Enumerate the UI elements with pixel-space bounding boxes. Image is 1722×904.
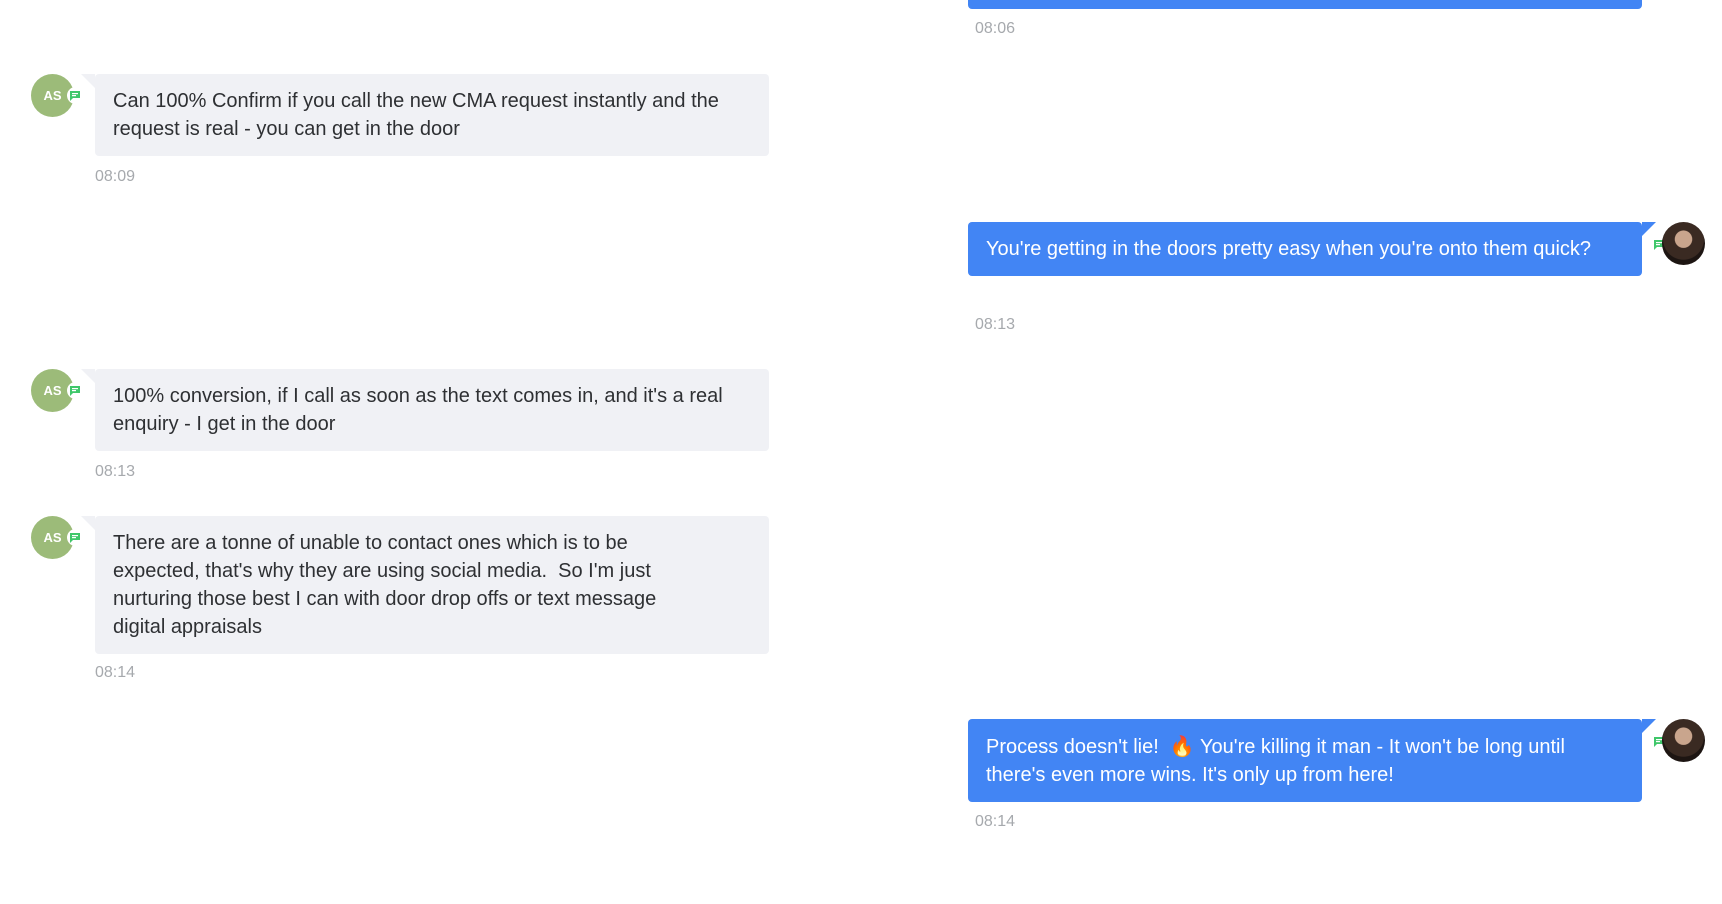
sms-icon	[67, 382, 84, 399]
message-timestamp: 08:13	[975, 316, 1016, 333]
message-bubble	[968, 0, 1642, 9]
fire-emoji: 🔥	[1169, 734, 1195, 758]
avatar[interactable]	[1662, 222, 1705, 265]
bubble-tail	[1642, 222, 1656, 236]
message-bubble: You're getting in the doors pretty easy …	[968, 222, 1642, 276]
message-bubble: 100% conversion, if I call as soon as th…	[95, 369, 769, 451]
message-bubble: Can 100% Confirm if you call the new CMA…	[95, 74, 769, 156]
bubble-tail	[81, 369, 95, 383]
bubble-tail	[81, 74, 95, 88]
message-timestamp: 08:14	[95, 664, 136, 681]
avatar[interactable]	[1662, 719, 1705, 762]
message-timestamp: 08:06	[975, 20, 1016, 37]
sms-icon	[67, 529, 84, 546]
message-text: Process doesn't lie!	[986, 736, 1170, 758]
sms-icon	[67, 87, 84, 104]
message-bubble: There are a tonne of unable to contact o…	[95, 516, 769, 654]
conversation-thread: 08:06 AS Can 100% Confirm if you call th…	[0, 0, 1722, 904]
message-bubble: Process doesn't lie! 🔥 You're killing it…	[968, 719, 1642, 802]
bubble-tail	[81, 516, 95, 530]
message-timestamp: 08:13	[95, 463, 136, 480]
message-timestamp: 08:14	[975, 813, 1016, 830]
bubble-tail	[1642, 719, 1656, 733]
message-timestamp: 08:09	[95, 168, 136, 185]
